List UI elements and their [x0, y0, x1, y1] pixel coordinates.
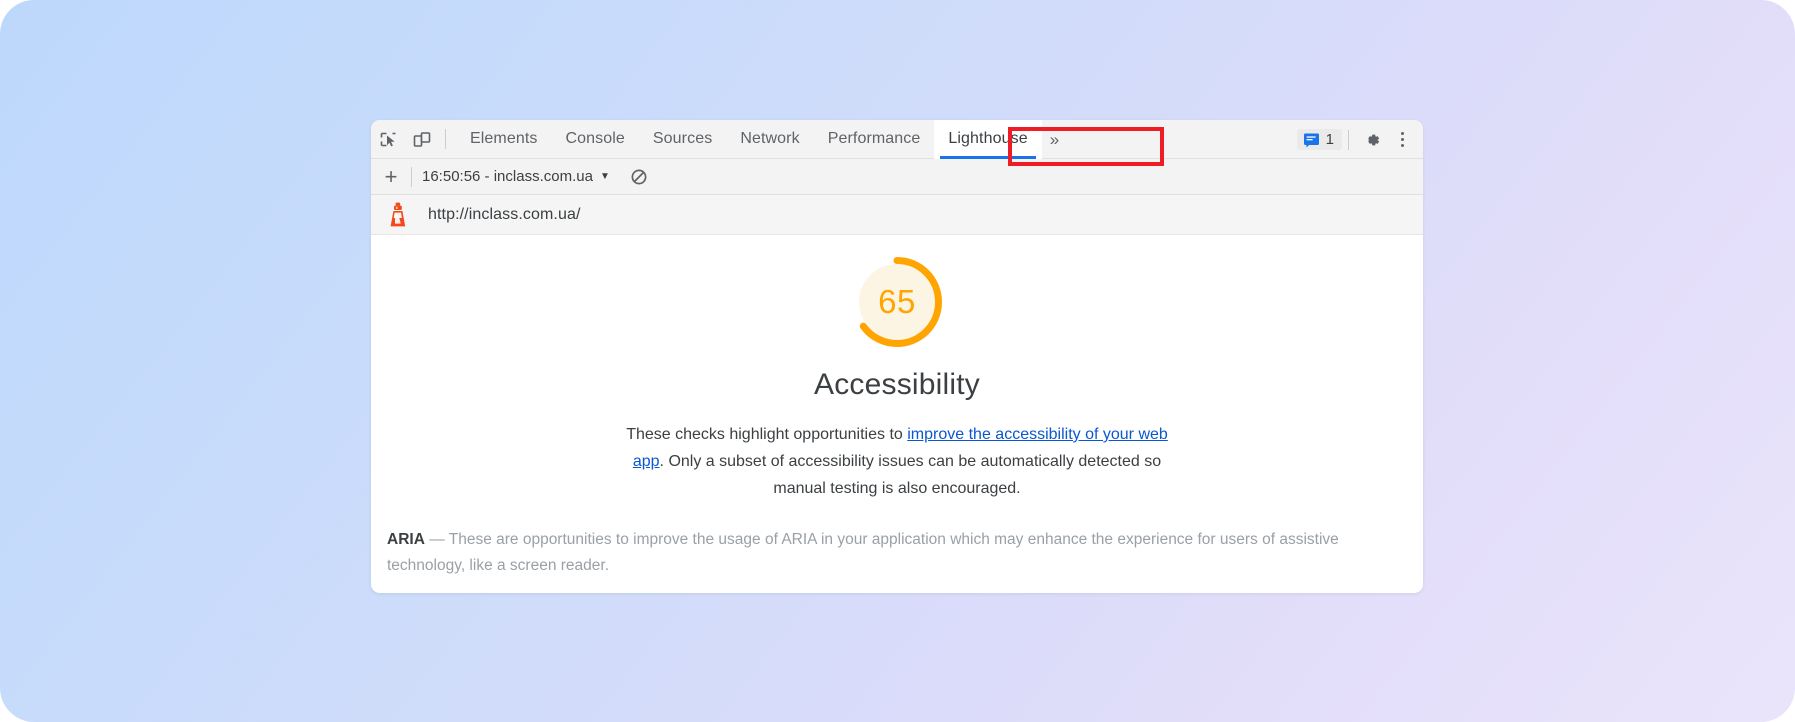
gear-icon[interactable]: [1355, 126, 1389, 154]
no-entry-icon: [631, 169, 647, 184]
category-title: Accessibility: [814, 368, 980, 401]
inspect-element-icon[interactable]: [371, 125, 405, 153]
category-description-before: These checks highlight opportunities to: [626, 426, 908, 443]
lighthouse-icon: [390, 202, 406, 226]
tab-sources-label: Sources: [652, 130, 713, 147]
report-selector[interactable]: 16:50:56 - inclass.com.ua ▼: [418, 168, 610, 185]
tab-sources[interactable]: Sources: [639, 120, 726, 159]
more-tabs-glyph: »: [1049, 129, 1060, 149]
more-tabs-icon[interactable]: »: [1042, 120, 1067, 159]
devtools-tab-strip: Elements Console Sources Network Perform…: [456, 120, 1067, 159]
aria-group-dash: —: [424, 531, 449, 548]
device-toolbar-icon[interactable]: [405, 125, 439, 153]
report-url-bar: http://inclass.com.ua/: [371, 195, 1423, 235]
clear-reports-button[interactable]: [624, 164, 654, 190]
tab-console-label: Console: [565, 130, 625, 147]
lighthouse-toolbar: + 16:50:56 - inclass.com.ua ▼: [371, 159, 1423, 195]
lighthouse-toolbar-divider: [411, 166, 412, 187]
aria-group: ARIA — These are opportunities to improv…: [371, 527, 1423, 579]
toolbar-right-actions: 1: [1296, 120, 1415, 159]
overflow-menu-icon[interactable]: [1389, 126, 1415, 154]
report-selector-label: 16:50:56 - inclass.com.ua: [422, 168, 593, 185]
tab-elements[interactable]: Elements: [456, 120, 552, 159]
console-message-count: 1: [1325, 131, 1334, 148]
tab-console[interactable]: Console: [552, 120, 639, 159]
desktop-wallpaper: Elements Console Sources Network Perform…: [0, 0, 1795, 722]
tab-lighthouse[interactable]: Lighthouse: [934, 120, 1042, 159]
score-value: 65: [878, 283, 916, 320]
devtools-window: Elements Console Sources Network Perform…: [371, 120, 1423, 593]
category-description: These checks highlight opportunities to …: [617, 421, 1177, 502]
aria-group-description: These are opportunities to improve the u…: [387, 531, 1339, 574]
category-description-after: . Only a subset of accessibility issues …: [659, 453, 1162, 497]
tab-network[interactable]: Network: [726, 120, 813, 159]
tab-network-label: Network: [740, 130, 800, 147]
console-messages-badge[interactable]: 1: [1296, 129, 1342, 150]
chevron-down-icon: ▼: [599, 171, 610, 182]
report-url: http://inclass.com.ua/: [428, 205, 581, 223]
score-gauge-wrapper: 65: [371, 235, 1423, 350]
devtools-main-toolbar: Elements Console Sources Network Perform…: [371, 120, 1423, 159]
message-icon: [1303, 133, 1319, 148]
tab-performance[interactable]: Performance: [814, 120, 935, 159]
lighthouse-report: 65 Accessibility These checks highlight …: [371, 235, 1423, 592]
new-report-button[interactable]: +: [377, 164, 405, 190]
aria-group-title: ARIA: [387, 531, 425, 548]
toolbar-divider: [445, 129, 446, 149]
tab-performance-label: Performance: [827, 130, 921, 147]
tab-lighthouse-label: Lighthouse: [948, 130, 1028, 147]
tab-elements-label: Elements: [470, 130, 538, 147]
accessibility-score-gauge: 65: [849, 254, 945, 350]
plus-icon: +: [384, 163, 398, 189]
toolbar-right-divider: [1348, 129, 1349, 150]
